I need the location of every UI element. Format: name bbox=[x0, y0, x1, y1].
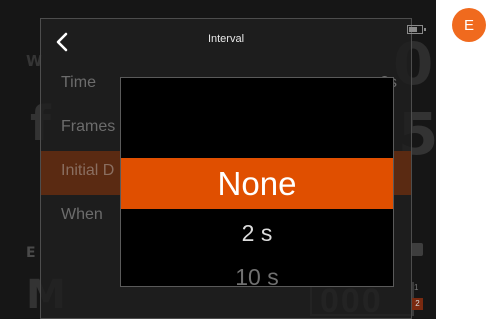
menu-row-label: Time bbox=[61, 74, 96, 91]
camera-screen: W 0 f 5 E M 000 1 2 Interval Time 2s Fra… bbox=[0, 0, 436, 319]
initial-delay-picker: None 2 s 10 s bbox=[120, 77, 394, 287]
menu-row-label: Initial D bbox=[61, 162, 115, 179]
picker-option-label: 2 s bbox=[241, 219, 273, 246]
menu-row-label: When bbox=[61, 206, 103, 223]
step-badge-label: E bbox=[463, 16, 474, 34]
menu-row-label: Frames bbox=[61, 118, 116, 135]
step-badge: E bbox=[452, 8, 486, 42]
picker-option-2s[interactable]: 2 s bbox=[121, 209, 393, 257]
bg-badge-two: 2 bbox=[412, 298, 423, 310]
menu-title: Interval bbox=[207, 33, 245, 45]
bg-badge-one: 1 bbox=[414, 283, 419, 292]
menu-header: Interval bbox=[41, 19, 426, 63]
picker-option-10s[interactable]: 10 s bbox=[121, 258, 393, 287]
picker-option-label: None bbox=[217, 164, 297, 202]
picker-option-none[interactable]: None bbox=[121, 158, 393, 209]
battery-icon bbox=[407, 25, 426, 34]
bg-bottom-left-label: E bbox=[26, 245, 36, 261]
picker-option-label: 10 s bbox=[235, 264, 279, 287]
bg-edit-icon bbox=[411, 243, 423, 256]
